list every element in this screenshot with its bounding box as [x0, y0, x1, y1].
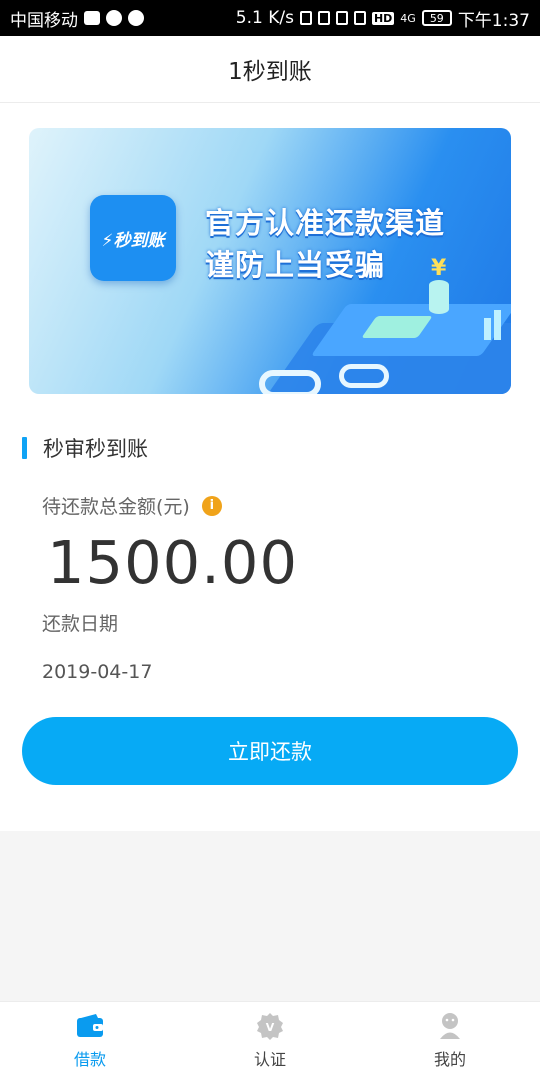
banner-illustration-cylinder — [429, 280, 449, 314]
title-bar: 1秒到账 — [0, 36, 540, 103]
banner-illustration-bar — [484, 318, 491, 340]
info-icon[interactable]: i — [201, 495, 222, 516]
battery-level: 59 — [429, 11, 444, 25]
yen-icon: ¥ — [431, 256, 447, 281]
network-type: 4G — [400, 11, 416, 25]
location-icon — [299, 11, 312, 25]
vibrate-icon — [335, 11, 348, 25]
alarm-icon — [353, 11, 366, 25]
wallet-icon — [76, 1012, 104, 1040]
carrier-label: 中国移动 — [10, 10, 78, 31]
section-accent-bar — [22, 437, 27, 459]
hd-icon: HD — [371, 11, 395, 25]
repayment-amount: 1500.00 — [47, 528, 298, 597]
tab-profile[interactable]: 我的 — [360, 1002, 540, 1080]
page-title: 1秒到账 — [228, 59, 312, 85]
app-logo: ⚡秒到账 — [90, 195, 176, 281]
bluetooth-icon — [317, 11, 330, 25]
svg-text:V: V — [266, 1021, 275, 1034]
activity-icon — [84, 11, 100, 25]
app-logo-text: ⚡秒到账 — [102, 226, 165, 251]
profile-icon — [436, 1012, 464, 1040]
banner-illustration-ring — [339, 364, 389, 388]
network-speed: 5.1 K/s — [235, 8, 294, 28]
tab-loan[interactable]: 借款 — [0, 1002, 180, 1080]
due-date-value: 2019-04-17 — [42, 661, 153, 683]
promo-banner[interactable]: ¥ ⚡秒到账 官方认准还款渠道 谨防上当受骗 — [29, 128, 511, 394]
logo-label: 秒到账 — [113, 230, 165, 251]
lightning-icon: ⚡ — [101, 230, 114, 251]
section-header: 秒审秒到账 — [22, 433, 148, 463]
due-date-label: 还款日期 — [42, 613, 119, 635]
amount-label-row: 待还款总金额(元) i — [42, 492, 222, 519]
bottom-tab-bar: 借款 V 认证 我的 — [0, 1001, 540, 1080]
banner-illustration-bar — [494, 310, 501, 340]
status-right: 5.1 K/s HD 4G 59 下午1:37 — [236, 6, 530, 31]
tab-label: 认证 — [253, 1050, 286, 1069]
section-title: 秒审秒到账 — [43, 437, 148, 461]
banner-headline: 官方认准还款渠道 — [205, 206, 446, 240]
clock: 下午1:37 — [457, 10, 530, 31]
status-left: 中国移动 — [10, 6, 144, 31]
app-notification-icon — [128, 10, 144, 26]
amount-label: 待还款总金额(元) — [42, 496, 190, 518]
banner-illustration-ring — [259, 370, 321, 394]
main-content: ¥ ⚡秒到账 官方认准还款渠道 谨防上当受骗 秒审秒到账 待还款总金额(元) i… — [0, 103, 540, 831]
tab-label: 我的 — [433, 1050, 466, 1069]
verify-icon: V — [256, 1012, 284, 1040]
status-bar: 中国移动 5.1 K/s HD 4G 59 下午1:37 — [0, 0, 540, 36]
banner-subheadline: 谨防上当受骗 — [205, 248, 386, 282]
message-icon — [106, 10, 122, 26]
tab-label: 借款 — [73, 1050, 106, 1069]
tab-verify[interactable]: V 认证 — [180, 1002, 360, 1080]
battery-icon: 59 — [421, 10, 452, 26]
repay-now-button[interactable]: 立即还款 — [22, 717, 518, 785]
